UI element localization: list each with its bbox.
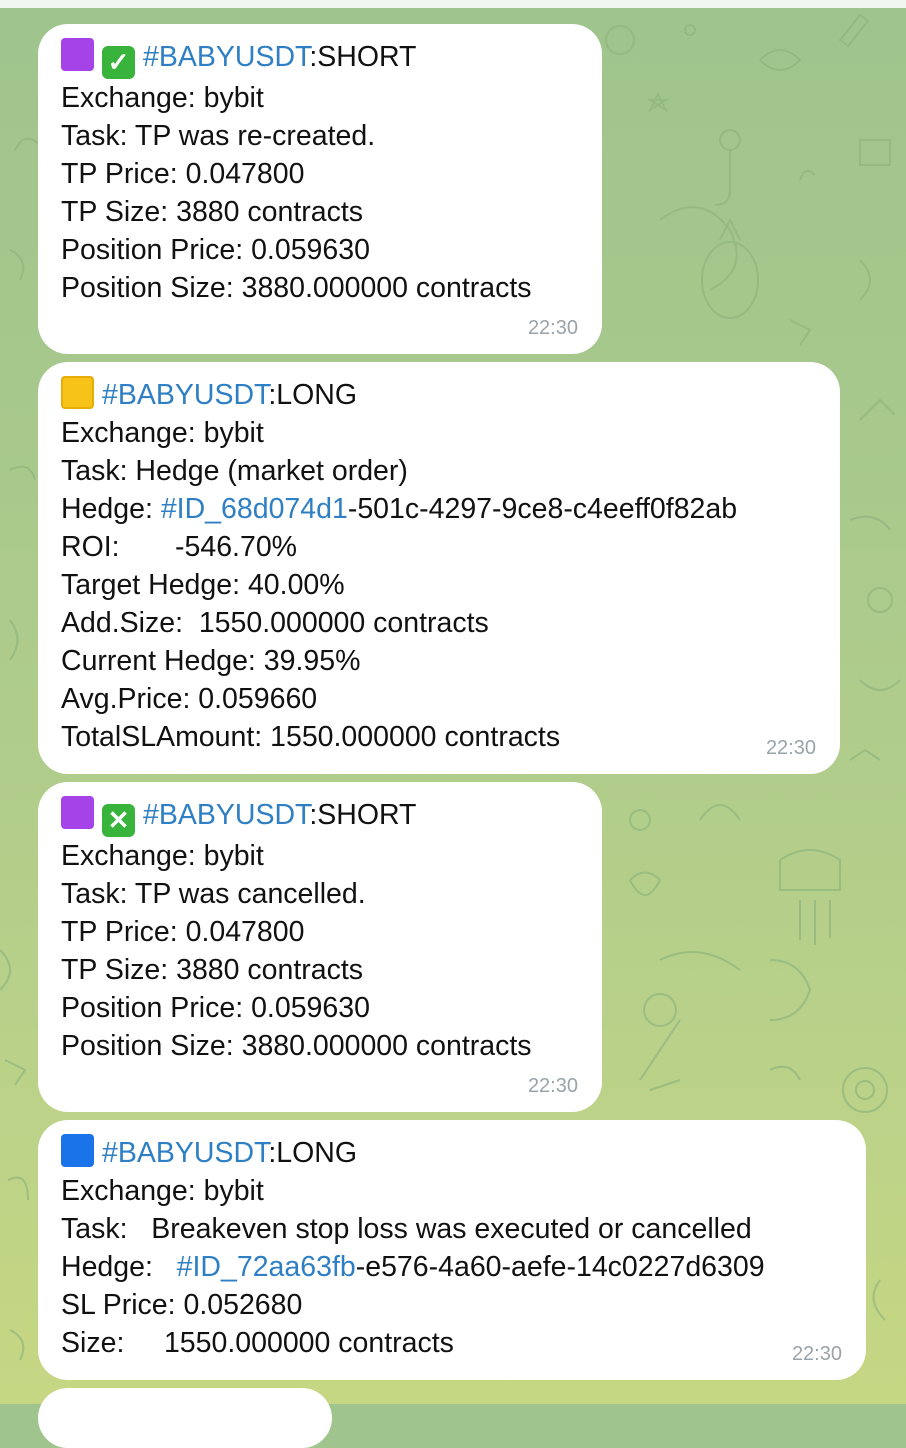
purple-square-icon — [61, 796, 94, 829]
message-bubble[interactable]: ✓ #BABYUSDT:SHORT Exchange: bybit Task: T… — [38, 24, 602, 354]
message-line: SL Price: 0.052680 — [61, 1289, 303, 1321]
message-line: TP Price: 0.047800 — [61, 158, 305, 190]
message-line: Target Hedge: 40.00% — [61, 569, 345, 601]
hedge-id-rest: -501c-4297-9ce8-c4eeff0f82ab — [347, 493, 738, 525]
message-line: Exchange: bybit — [61, 1175, 264, 1207]
hashtag-link[interactable]: #BABYUSDT — [102, 379, 268, 411]
message-bubble[interactable]: ✕ #BABYUSDT:SHORT Exchange: bybit Task: T… — [38, 782, 602, 1112]
position-side: :LONG — [268, 1137, 357, 1169]
position-side: :LONG — [268, 379, 357, 411]
hedge-id-link[interactable]: #ID_68d074d1 — [161, 493, 348, 525]
message-bubble[interactable]: #BABYUSDT:LONG Exchange: bybit Task: Bre… — [38, 1120, 866, 1380]
message-line: Position Price: 0.059630 — [61, 234, 370, 266]
message-line: Current Hedge: 39.95% — [61, 645, 361, 677]
cross-mark-button-icon: ✕ — [102, 804, 135, 837]
message-line: ROI: -546.70% — [61, 531, 298, 563]
message-line: Task: Hedge (market order) — [61, 455, 408, 487]
message-line: Position Size: 3880.000000 contracts — [61, 272, 532, 304]
yellow-square-icon — [61, 376, 94, 409]
message-header: #BABYUSDT:LONG — [61, 1134, 866, 1172]
message-time: 22:30 — [527, 317, 578, 339]
check-mark-button-icon: ✓ — [102, 46, 135, 79]
message-line: Exchange: bybit — [61, 840, 264, 872]
message-time: 22:30 — [527, 1075, 578, 1097]
hedge-line: Hedge: #ID_72aa63fb-e576-4a60-aefe-14c02… — [61, 1248, 866, 1286]
message-bubble[interactable]: #BABYUSDT:LONG Exchange: bybit Task: Hed… — [38, 362, 840, 774]
position-side: :SHORT — [309, 799, 417, 831]
purple-square-icon — [61, 38, 94, 71]
message-line: TotalSLAmount: 1550.000000 contracts — [61, 721, 561, 753]
message-line: Exchange: bybit — [61, 417, 264, 449]
hedge-line: Hedge: #ID_68d074d1-501c-4297-9ce8-c4eef… — [61, 490, 840, 528]
hedge-id-rest: -e576-4a60-aefe-14c0227d6309 — [355, 1251, 765, 1283]
message-line: Task: TP was cancelled. — [61, 878, 366, 910]
message-time: 22:30 — [765, 737, 816, 759]
message-time: 22:30 — [791, 1343, 842, 1365]
blue-square-icon — [61, 1134, 94, 1167]
message-line: Position Price: 0.059630 — [61, 992, 370, 1024]
hashtag-link[interactable]: #BABYUSDT — [143, 799, 309, 831]
message-line: TP Size: 3880 contracts — [61, 954, 364, 986]
message-line: Avg.Price: 0.059660 — [61, 683, 318, 715]
message-line: Add.Size: 1550.000000 contracts — [61, 607, 489, 639]
message-line: Task: TP was re-created. — [61, 120, 376, 152]
hedge-id-link[interactable]: #ID_72aa63fb — [177, 1251, 356, 1283]
position-side: :SHORT — [309, 41, 417, 73]
hashtag-link[interactable]: #BABYUSDT — [102, 1137, 268, 1169]
hedge-label: Hedge: — [61, 493, 161, 525]
message-header: #BABYUSDT:LONG — [61, 376, 840, 414]
message-header: ✓ #BABYUSDT:SHORT — [61, 38, 602, 79]
message-line: Exchange: bybit — [61, 82, 264, 114]
hashtag-link[interactable]: #BABYUSDT — [143, 41, 309, 73]
message-line: Task: Breakeven stop loss was executed o… — [61, 1213, 752, 1245]
message-bubble-partial[interactable] — [38, 1388, 332, 1448]
message-line: TP Size: 3880 contracts — [61, 196, 364, 228]
message-line: TP Price: 0.047800 — [61, 916, 305, 948]
message-line: Size: 1550.000000 contracts — [61, 1327, 454, 1359]
message-header: ✕ #BABYUSDT:SHORT — [61, 796, 602, 837]
hedge-label: Hedge: — [61, 1251, 177, 1283]
message-line: Position Size: 3880.000000 contracts — [61, 1030, 532, 1062]
